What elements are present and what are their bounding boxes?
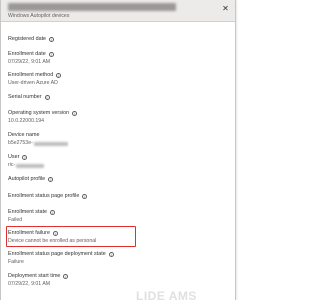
field-enrollment-failure: Enrollment failure i Device cannot be enr…	[8, 230, 96, 245]
field-label: Enrollment failure	[8, 230, 50, 236]
device-title-redacted	[8, 3, 176, 11]
info-icon[interactable]: i	[49, 210, 55, 215]
field-esp-deployment-state: Enrollment status page deployment state i…	[8, 251, 114, 266]
redacted-text	[33, 141, 68, 146]
redacted-text	[16, 163, 45, 168]
field-value: b5e2753e-	[8, 140, 33, 146]
info-icon[interactable]: i	[49, 37, 55, 42]
info-icon[interactable]: i	[72, 111, 78, 116]
field-esp-profile: Enrollment status page profile i	[8, 193, 88, 200]
watermark: LIDE AMS	[136, 289, 197, 300]
field-value: ric-	[8, 162, 16, 168]
field-label: Enrollment status page profile	[8, 193, 80, 199]
field-label: Registered date	[8, 36, 47, 42]
info-icon[interactable]: i	[48, 52, 54, 57]
field-user: User i ric-	[8, 154, 45, 169]
field-label: Operating system version	[8, 110, 70, 116]
field-label: Deployment start time	[8, 273, 61, 279]
field-deployment-start-time: Deployment start time i 07/29/22, 9:01 AM	[8, 273, 69, 288]
field-label: User	[8, 154, 20, 160]
field-label: Enrollment state	[8, 209, 47, 215]
field-value: Failed	[8, 217, 23, 223]
field-label: Enrollment date	[8, 51, 46, 57]
field-value: 07/29/22, 9:01 AM	[8, 59, 51, 65]
field-autopilot-profile: Autopilot profile i	[8, 176, 54, 183]
field-value: User-driven Azure AD	[8, 80, 58, 86]
info-icon[interactable]: i	[22, 155, 28, 160]
field-label: Enrollment status page deployment state	[8, 251, 106, 257]
field-os-version: Operating system version i 10.0.22000.194	[8, 110, 78, 125]
info-icon[interactable]: i	[63, 274, 69, 279]
field-enrollment-date: Enrollment date i 07/29/22, 9:01 AM	[8, 51, 54, 66]
info-icon[interactable]: i	[44, 95, 50, 100]
field-serial-number: Serial number i	[8, 94, 50, 101]
field-label: Device name	[8, 132, 40, 138]
field-enrollment-state: Enrollment state i Failed	[8, 209, 55, 224]
field-enrollment-method: Enrollment method i User-driven Azure AD	[8, 72, 62, 87]
field-label: Autopilot profile	[8, 176, 46, 182]
field-value: 10.0.22000.194	[8, 118, 45, 124]
info-icon[interactable]: i	[52, 231, 58, 236]
field-value: 07/29/22, 9:01 AM	[8, 281, 51, 287]
field-device-name: Device name b5e2753e-	[8, 132, 68, 147]
field-registered-date: Registered date i	[8, 36, 55, 43]
field-label: Serial number	[8, 94, 42, 100]
panel-header: Windows Autopilot devices ✕	[1, 0, 235, 22]
device-details-panel: Windows Autopilot devices ✕ Registered d…	[0, 0, 236, 300]
close-icon[interactable]: ✕	[221, 4, 230, 13]
field-value: Device cannot be enrolled as personal	[8, 238, 97, 244]
info-icon[interactable]: i	[48, 177, 54, 182]
field-value: Failure	[8, 259, 24, 265]
info-icon[interactable]: i	[56, 73, 62, 78]
info-icon[interactable]: i	[82, 194, 88, 199]
field-label: Enrollment method	[8, 72, 54, 78]
info-icon[interactable]: i	[108, 252, 114, 257]
panel-subtitle: Windows Autopilot devices	[8, 13, 70, 19]
